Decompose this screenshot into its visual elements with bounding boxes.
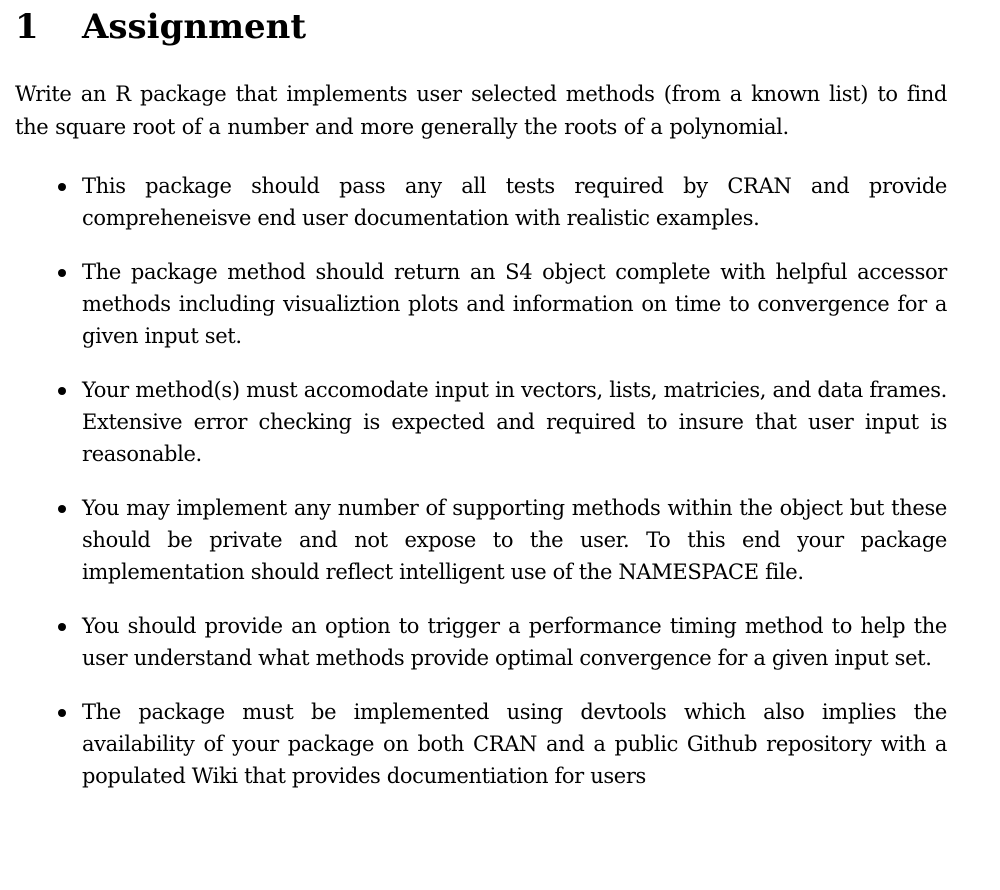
document-page: 1 Assignment Write an R package that imp…	[15, 0, 947, 814]
section-number: 1	[15, 7, 39, 47]
list-item: The package must be implemented using de…	[15, 696, 947, 792]
list-item-text: The package method should return an S4 o…	[82, 260, 947, 348]
intro-paragraph: Write an R package that implements user …	[15, 82, 947, 139]
list-item: You should provide an option to trigger …	[15, 610, 947, 674]
list-item: You may implement any number of supporti…	[15, 492, 947, 588]
section-title: Assignment	[82, 7, 307, 47]
list-item-text: You may implement any number of supporti…	[82, 496, 947, 584]
section-heading: 1 Assignment	[15, 0, 947, 59]
list-item: Your method(s) must accomodate input in …	[15, 374, 947, 470]
list-item-text: This package should pass any all tests r…	[82, 174, 947, 230]
requirements-list: This package should pass any all tests r…	[15, 170, 947, 792]
list-item: This package should pass any all tests r…	[15, 170, 947, 234]
list-item: The package method should return an S4 o…	[15, 256, 947, 352]
list-item-text: You should provide an option to trigger …	[82, 614, 947, 670]
list-item-text: Your method(s) must accomodate input in …	[82, 378, 947, 466]
list-item-text: The package must be implemented using de…	[82, 700, 947, 788]
